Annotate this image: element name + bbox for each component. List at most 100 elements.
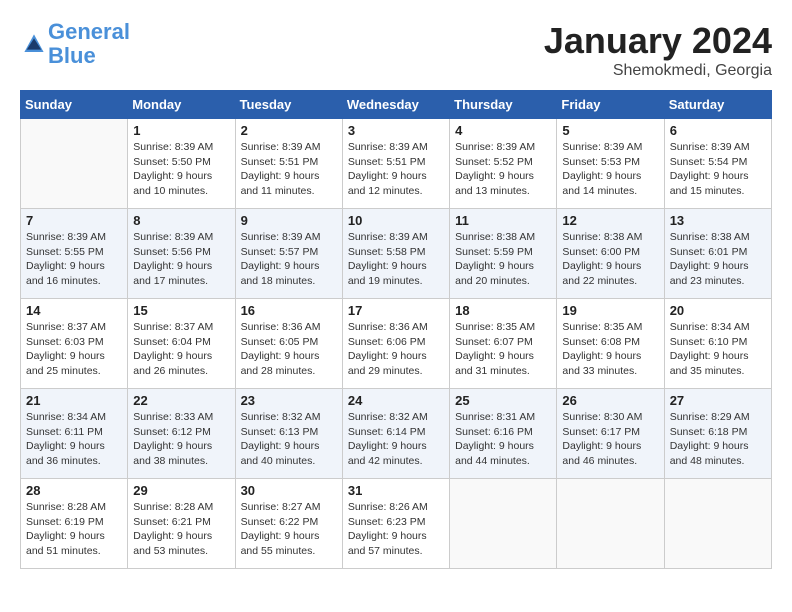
day-number: 27 bbox=[670, 393, 766, 408]
logo: General Blue bbox=[20, 20, 130, 68]
day-info: Sunrise: 8:37 AMSunset: 6:04 PMDaylight:… bbox=[133, 320, 229, 379]
day-number: 23 bbox=[241, 393, 337, 408]
calendar-header: SundayMondayTuesdayWednesdayThursdayFrid… bbox=[21, 91, 772, 119]
calendar-cell: 11Sunrise: 8:38 AMSunset: 5:59 PMDayligh… bbox=[450, 209, 557, 299]
day-info: Sunrise: 8:36 AMSunset: 6:06 PMDaylight:… bbox=[348, 320, 444, 379]
day-number: 31 bbox=[348, 483, 444, 498]
calendar-cell: 10 Sunrise: 8:39 AMSunset: 5:58 PMDayligh… bbox=[342, 209, 449, 299]
calendar-row: 28 Sunrise: 8:28 AMSunset: 6:19 PMDayligh… bbox=[21, 479, 772, 569]
page-header: General Blue January 2024 Shemokmedi, Ge… bbox=[20, 20, 772, 80]
day-number: 22 bbox=[133, 393, 229, 408]
day-info: Sunrise: 8:34 AMSunset: 6:10 PMDaylight:… bbox=[670, 320, 766, 379]
calendar-cell: 6Sunrise: 8:39 AMSunset: 5:54 PMDaylight… bbox=[664, 119, 771, 209]
day-number: 29 bbox=[133, 483, 229, 498]
calendar-cell bbox=[21, 119, 128, 209]
day-number: 9 bbox=[241, 213, 337, 228]
logo-text: General Blue bbox=[48, 20, 130, 68]
calendar-cell: 2 Sunrise: 8:39 AMSunset: 5:51 PMDaylight… bbox=[235, 119, 342, 209]
day-info: Sunrise: 8:37 AMSunset: 6:03 PMDaylight:… bbox=[26, 320, 122, 379]
calendar-cell: 24 Sunrise: 8:32 AMSunset: 6:14 PMDayligh… bbox=[342, 389, 449, 479]
day-number: 12 bbox=[562, 213, 658, 228]
day-number: 4 bbox=[455, 123, 551, 138]
day-info: Sunrise: 8:39 AMSunset: 5:55 PMDaylight:… bbox=[26, 230, 122, 289]
day-info: Sunrise: 8:26 AMSunset: 6:23 PMDaylight:… bbox=[348, 500, 444, 559]
calendar-cell: 22 Sunrise: 8:33 AMSunset: 6:12 PMDayligh… bbox=[128, 389, 235, 479]
day-info: Sunrise: 8:39 AMSunset: 5:50 PMDaylight:… bbox=[133, 140, 229, 199]
calendar-cell: 23 Sunrise: 8:32 AMSunset: 6:13 PMDayligh… bbox=[235, 389, 342, 479]
day-info: Sunrise: 8:35 AMSunset: 6:07 PMDaylight:… bbox=[455, 320, 551, 379]
day-number: 19 bbox=[562, 303, 658, 318]
day-number: 2 bbox=[241, 123, 337, 138]
day-info: Sunrise: 8:36 AMSunset: 6:05 PMDaylight:… bbox=[241, 320, 337, 379]
calendar-cell: 19 Sunrise: 8:35 AMSunset: 6:08 PMDayligh… bbox=[557, 299, 664, 389]
day-number: 5 bbox=[562, 123, 658, 138]
calendar-cell: 5 Sunrise: 8:39 AMSunset: 5:53 PMDaylight… bbox=[557, 119, 664, 209]
calendar-body: 1 Sunrise: 8:39 AMSunset: 5:50 PMDaylight… bbox=[21, 119, 772, 569]
logo-line2: Blue bbox=[48, 43, 96, 68]
day-info: Sunrise: 8:39 AMSunset: 5:51 PMDaylight:… bbox=[241, 140, 337, 199]
calendar-cell: 31 Sunrise: 8:26 AMSunset: 6:23 PMDayligh… bbox=[342, 479, 449, 569]
day-number: 17 bbox=[348, 303, 444, 318]
month-title: January 2024 bbox=[544, 20, 772, 62]
day-number: 20 bbox=[670, 303, 766, 318]
day-info: Sunrise: 8:33 AMSunset: 6:12 PMDaylight:… bbox=[133, 410, 229, 469]
day-info: Sunrise: 8:28 AMSunset: 6:19 PMDaylight:… bbox=[26, 500, 122, 559]
day-number: 15 bbox=[133, 303, 229, 318]
day-number: 7 bbox=[26, 213, 122, 228]
calendar-row: 21 Sunrise: 8:34 AMSunset: 6:11 PMDayligh… bbox=[21, 389, 772, 479]
day-number: 13 bbox=[670, 213, 766, 228]
header-cell-wednesday: Wednesday bbox=[342, 91, 449, 119]
day-number: 24 bbox=[348, 393, 444, 408]
day-info: Sunrise: 8:28 AMSunset: 6:21 PMDaylight:… bbox=[133, 500, 229, 559]
header-cell-monday: Monday bbox=[128, 91, 235, 119]
calendar-cell bbox=[664, 479, 771, 569]
calendar-table: SundayMondayTuesdayWednesdayThursdayFrid… bbox=[20, 90, 772, 569]
day-number: 10 bbox=[348, 213, 444, 228]
title-block: January 2024 Shemokmedi, Georgia bbox=[544, 20, 772, 80]
day-info: Sunrise: 8:30 AMSunset: 6:17 PMDaylight:… bbox=[562, 410, 658, 469]
calendar-cell: 18Sunrise: 8:35 AMSunset: 6:07 PMDayligh… bbox=[450, 299, 557, 389]
header-cell-friday: Friday bbox=[557, 91, 664, 119]
calendar-cell: 27 Sunrise: 8:29 AMSunset: 6:18 PMDayligh… bbox=[664, 389, 771, 479]
calendar-cell: 12Sunrise: 8:38 AMSunset: 6:00 PMDayligh… bbox=[557, 209, 664, 299]
calendar-cell: 1 Sunrise: 8:39 AMSunset: 5:50 PMDaylight… bbox=[128, 119, 235, 209]
location: Shemokmedi, Georgia bbox=[544, 62, 772, 80]
calendar-cell: 21 Sunrise: 8:34 AMSunset: 6:11 PMDayligh… bbox=[21, 389, 128, 479]
day-info: Sunrise: 8:39 AMSunset: 5:53 PMDaylight:… bbox=[562, 140, 658, 199]
day-number: 8 bbox=[133, 213, 229, 228]
day-info: Sunrise: 8:39 AMSunset: 5:58 PMDaylight:… bbox=[348, 230, 444, 289]
day-info: Sunrise: 8:31 AMSunset: 6:16 PMDaylight:… bbox=[455, 410, 551, 469]
day-number: 1 bbox=[133, 123, 229, 138]
calendar-row: 14Sunrise: 8:37 AMSunset: 6:03 PMDayligh… bbox=[21, 299, 772, 389]
calendar-cell: 16Sunrise: 8:36 AMSunset: 6:05 PMDayligh… bbox=[235, 299, 342, 389]
day-info: Sunrise: 8:35 AMSunset: 6:08 PMDaylight:… bbox=[562, 320, 658, 379]
day-number: 3 bbox=[348, 123, 444, 138]
day-number: 28 bbox=[26, 483, 122, 498]
calendar-cell: 3Sunrise: 8:39 AMSunset: 5:51 PMDaylight… bbox=[342, 119, 449, 209]
header-cell-tuesday: Tuesday bbox=[235, 91, 342, 119]
day-number: 21 bbox=[26, 393, 122, 408]
calendar-cell: 25Sunrise: 8:31 AMSunset: 6:16 PMDayligh… bbox=[450, 389, 557, 479]
day-info: Sunrise: 8:29 AMSunset: 6:18 PMDaylight:… bbox=[670, 410, 766, 469]
day-number: 30 bbox=[241, 483, 337, 498]
calendar-cell bbox=[557, 479, 664, 569]
calendar-cell: 9 Sunrise: 8:39 AMSunset: 5:57 PMDaylight… bbox=[235, 209, 342, 299]
day-info: Sunrise: 8:27 AMSunset: 6:22 PMDaylight:… bbox=[241, 500, 337, 559]
calendar-cell: 17 Sunrise: 8:36 AMSunset: 6:06 PMDayligh… bbox=[342, 299, 449, 389]
calendar-cell: 4Sunrise: 8:39 AMSunset: 5:52 PMDaylight… bbox=[450, 119, 557, 209]
calendar-cell: 8Sunrise: 8:39 AMSunset: 5:56 PMDaylight… bbox=[128, 209, 235, 299]
day-info: Sunrise: 8:34 AMSunset: 6:11 PMDaylight:… bbox=[26, 410, 122, 469]
calendar-cell: 14Sunrise: 8:37 AMSunset: 6:03 PMDayligh… bbox=[21, 299, 128, 389]
day-info: Sunrise: 8:32 AMSunset: 6:14 PMDaylight:… bbox=[348, 410, 444, 469]
day-info: Sunrise: 8:39 AMSunset: 5:54 PMDaylight:… bbox=[670, 140, 766, 199]
day-info: Sunrise: 8:32 AMSunset: 6:13 PMDaylight:… bbox=[241, 410, 337, 469]
header-row: SundayMondayTuesdayWednesdayThursdayFrid… bbox=[21, 91, 772, 119]
calendar-row: 1 Sunrise: 8:39 AMSunset: 5:50 PMDaylight… bbox=[21, 119, 772, 209]
calendar-cell: 15 Sunrise: 8:37 AMSunset: 6:04 PMDayligh… bbox=[128, 299, 235, 389]
header-cell-thursday: Thursday bbox=[450, 91, 557, 119]
calendar-cell: 13Sunrise: 8:38 AMSunset: 6:01 PMDayligh… bbox=[664, 209, 771, 299]
header-cell-sunday: Sunday bbox=[21, 91, 128, 119]
calendar-row: 7 Sunrise: 8:39 AMSunset: 5:55 PMDaylight… bbox=[21, 209, 772, 299]
day-info: Sunrise: 8:39 AMSunset: 5:57 PMDaylight:… bbox=[241, 230, 337, 289]
calendar-cell: 30 Sunrise: 8:27 AMSunset: 6:22 PMDayligh… bbox=[235, 479, 342, 569]
